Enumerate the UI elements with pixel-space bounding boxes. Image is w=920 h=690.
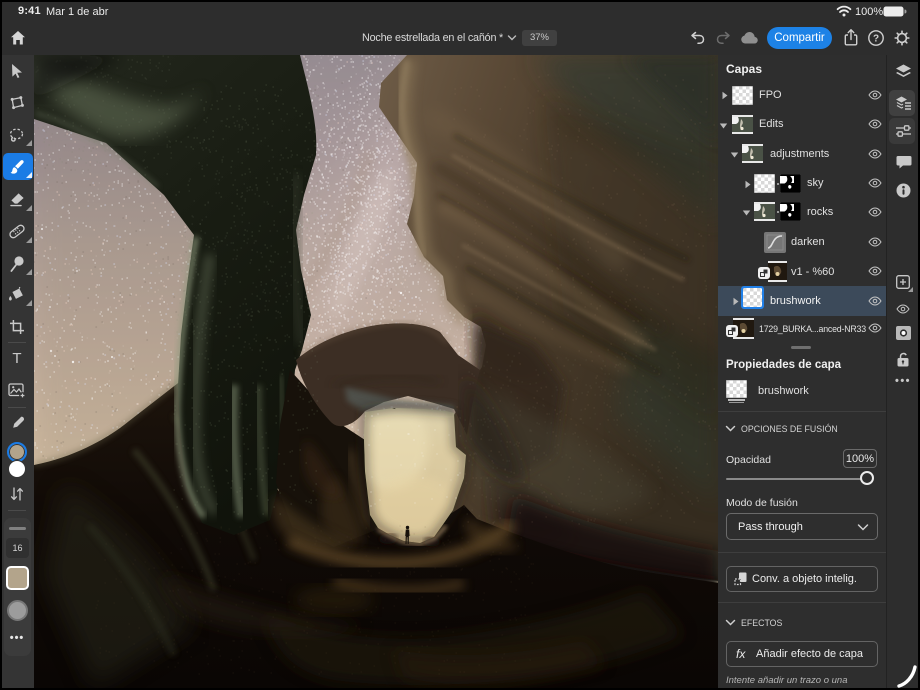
svg-text:?: ? [873,34,879,45]
